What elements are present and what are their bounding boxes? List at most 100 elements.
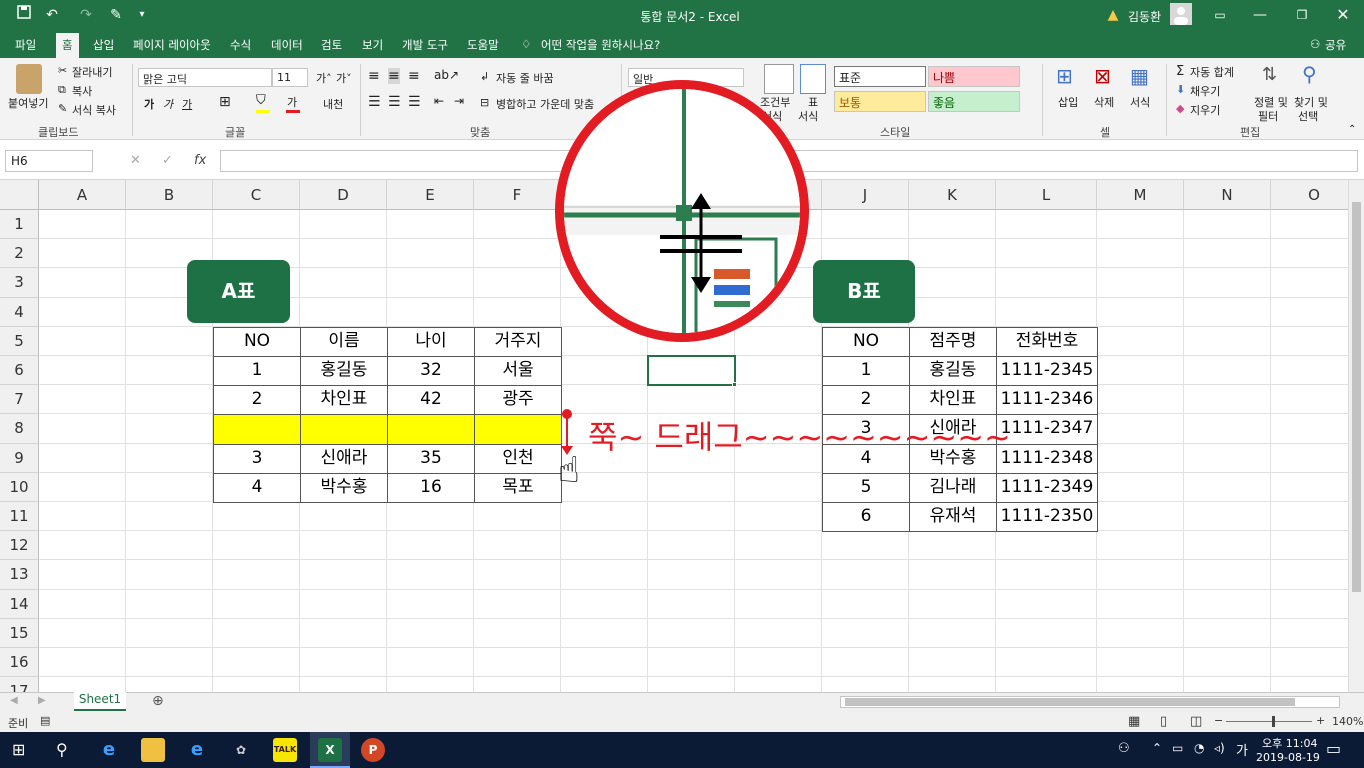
minimize-icon[interactable]: — <box>1250 5 1270 25</box>
select-all-corner[interactable] <box>0 180 39 210</box>
row-header-17[interactable]: 17 <box>0 677 39 692</box>
name-box[interactable]: H6 <box>5 150 93 172</box>
ime-indicator[interactable]: 가 <box>1236 740 1248 759</box>
column-header-c[interactable]: C <box>213 180 300 210</box>
autosum-icon[interactable]: Σ <box>1176 64 1184 79</box>
table-a-cell[interactable]: 홍길동 <box>300 356 388 387</box>
row-header-7[interactable]: 7 <box>0 385 39 415</box>
battery-icon[interactable]: ▭ <box>1172 741 1183 755</box>
grow-font-icon[interactable]: 가˄ <box>316 70 332 86</box>
row-header-13[interactable]: 13 <box>0 560 39 590</box>
table-b-cell[interactable]: 6 <box>822 502 910 533</box>
people-icon[interactable]: ⚇ <box>1118 741 1130 756</box>
enter-icon[interactable]: ✓ <box>162 153 173 168</box>
zoom-out-icon[interactable]: − <box>1214 714 1223 727</box>
table-a-cell[interactable]: 차인표 <box>300 385 388 416</box>
undo-icon[interactable]: ↶ <box>42 5 62 25</box>
table-a-cell[interactable]: 4 <box>213 472 301 503</box>
table-a-cell[interactable] <box>474 414 562 445</box>
table-b-cell[interactable]: 5 <box>822 472 910 503</box>
format-painter-button[interactable]: 서식 복사 <box>72 102 116 118</box>
align-middle-icon[interactable]: ≡ <box>388 68 400 84</box>
page-break-view-icon[interactable]: ◫ <box>1190 714 1202 729</box>
clear-button[interactable]: 지우기 <box>1190 102 1220 118</box>
table-a-cell[interactable]: 신애라 <box>300 443 388 474</box>
orientation-icon[interactable]: ab↗ <box>434 68 459 82</box>
kakaotalk-icon[interactable]: TALK <box>273 738 297 762</box>
zoom-level[interactable]: 140% <box>1332 715 1363 728</box>
restore-icon[interactable]: ❐ <box>1292 5 1312 25</box>
warning-icon[interactable]: ▲ <box>1103 5 1123 25</box>
table-a-header-cell[interactable]: NO <box>213 326 301 357</box>
row-header-12[interactable]: 12 <box>0 531 39 561</box>
table-b-header-cell[interactable]: NO <box>822 326 910 357</box>
cut-icon[interactable]: ✂ <box>58 64 67 77</box>
format-cells-button[interactable]: 서식 <box>1130 94 1150 110</box>
tab-data[interactable]: 데이터 <box>271 37 303 53</box>
add-sheet-icon[interactable]: ⊕ <box>152 693 164 709</box>
row-header-11[interactable]: 11 <box>0 502 39 532</box>
row-header-6[interactable]: 6 <box>0 356 39 386</box>
row-header-3[interactable]: 3 <box>0 268 39 298</box>
cancel-icon[interactable]: ✕ <box>130 153 141 168</box>
fill-handle[interactable] <box>732 382 737 388</box>
table-a-cell[interactable]: 목포 <box>474 472 562 503</box>
table-b-header-cell[interactable]: 전화번호 <box>996 326 1098 357</box>
save-icon[interactable] <box>14 5 34 25</box>
table-a-cell[interactable]: 16 <box>387 472 475 503</box>
column-header-a[interactable]: A <box>39 180 126 210</box>
table-a-cell[interactable]: 1 <box>213 356 301 387</box>
format-table-icon[interactable] <box>800 64 826 94</box>
paste-icon[interactable] <box>16 64 42 94</box>
style-neutral[interactable]: 보통 <box>834 91 926 112</box>
table-a-cell[interactable]: 3 <box>213 443 301 474</box>
table-b-cell[interactable]: 1111-2347 <box>996 414 1098 445</box>
format-painter-icon[interactable]: ✎ <box>58 102 67 115</box>
style-normal[interactable]: 표준 <box>834 66 926 87</box>
copy-icon[interactable]: ⧉ <box>58 83 66 97</box>
table-a-cell[interactable] <box>387 414 475 445</box>
table-a-cell[interactable]: 박수홍 <box>300 472 388 503</box>
notification-icon[interactable]: ▭ <box>1326 739 1341 758</box>
table-a-cell[interactable] <box>213 414 301 445</box>
ribbon-display-icon[interactable]: ▭ <box>1210 5 1230 25</box>
vertical-scrollbar[interactable] <box>1348 180 1364 692</box>
style-good[interactable]: 좋음 <box>928 91 1020 112</box>
column-header-j[interactable]: J <box>822 180 909 210</box>
row-header-8[interactable]: 8 <box>0 414 39 444</box>
merge-icon[interactable]: ⊟ <box>480 96 489 109</box>
table-b-cell[interactable]: 1111-2348 <box>996 443 1098 474</box>
table-b-cell[interactable]: 1111-2345 <box>996 356 1098 387</box>
horizontal-scrollbar[interactable] <box>840 696 1340 708</box>
normal-view-icon[interactable]: ▦ <box>1128 714 1140 729</box>
hscroll-thumb[interactable] <box>845 698 1295 706</box>
row-header-4[interactable]: 4 <box>0 297 39 327</box>
redo-icon[interactable]: ↷ <box>76 5 96 25</box>
shrink-font-icon[interactable]: 가˅ <box>336 70 352 86</box>
tab-review[interactable]: 검토 <box>321 37 342 53</box>
fill-button[interactable]: 채우기 <box>1190 83 1220 99</box>
copy-button[interactable]: 복사 <box>72 83 92 99</box>
edge-icon[interactable]: e <box>97 738 121 762</box>
row-header-15[interactable]: 15 <box>0 618 39 648</box>
font-color-icon[interactable]: 가 <box>287 94 297 110</box>
column-header-l[interactable]: L <box>996 180 1097 210</box>
windows-start-icon[interactable]: ⊞ <box>12 740 25 759</box>
table-a-cell[interactable]: 32 <box>387 356 475 387</box>
font-size-select[interactable]: 11 <box>272 68 308 87</box>
row-header-5[interactable]: 5 <box>0 326 39 356</box>
table-a-cell[interactable]: 인천 <box>474 443 562 474</box>
close-icon[interactable]: ✕ <box>1333 5 1353 25</box>
phonetic-button[interactable]: 내천 <box>323 96 343 112</box>
macro-record-icon[interactable]: ▤ <box>40 714 50 727</box>
table-a-cell[interactable]: 42 <box>387 385 475 416</box>
autosum-button[interactable]: 자동 합계 <box>1190 64 1234 80</box>
ie-icon[interactable]: e <box>185 738 209 762</box>
column-header-e[interactable]: E <box>387 180 474 210</box>
clear-icon[interactable]: ◆ <box>1176 102 1184 115</box>
align-left-icon[interactable]: ☰ <box>368 94 381 110</box>
table-b-cell[interactable]: 유재석 <box>909 502 997 533</box>
column-header-f[interactable]: F <box>474 180 561 210</box>
volume-icon[interactable]: ◃) <box>1214 741 1225 755</box>
table-b-cell[interactable]: 홍길동 <box>909 356 997 387</box>
